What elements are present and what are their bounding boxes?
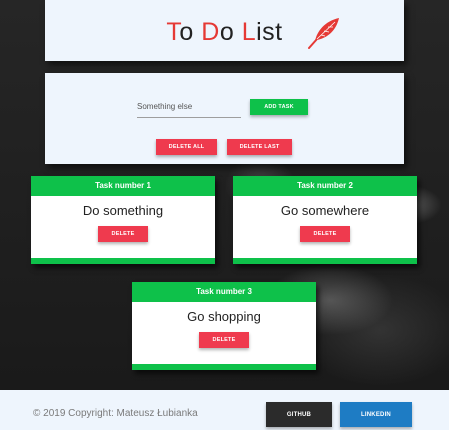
task-card-footer: [233, 258, 417, 264]
delete-task-button[interactable]: DELETE: [199, 332, 249, 348]
title-panel: To Do List: [45, 0, 404, 61]
page-footer: © 2019 Copyright: Mateusz Łubianka GITHU…: [0, 390, 449, 430]
linkedin-button[interactable]: LINKEDIN: [340, 402, 412, 427]
add-task-button[interactable]: ADD TASK: [250, 99, 308, 115]
task-card-footer: [132, 364, 316, 370]
task-card-3: Task number 3 Go shopping DELETE: [132, 282, 316, 370]
task-card-text: Go somewhere: [280, 203, 370, 218]
task-card-header: Task number 2: [233, 176, 417, 196]
task-card-footer: [31, 258, 215, 264]
title-part-o: o: [179, 18, 202, 46]
task-card-text: Go shopping: [187, 309, 261, 324]
task-card-text: Do something: [82, 203, 164, 218]
title-letter-t: T: [166, 18, 180, 46]
task-card-header: Task number 1: [31, 176, 215, 196]
page-title: To Do List: [45, 18, 404, 47]
delete-task-button[interactable]: DELETE: [98, 226, 148, 242]
task-input[interactable]: [137, 97, 241, 118]
task-card-2: Task number 2 Go somewhere DELETE: [233, 176, 417, 264]
delete-task-button[interactable]: DELETE: [300, 226, 350, 242]
github-button[interactable]: GITHUB: [266, 402, 332, 427]
delete-last-button[interactable]: DELETE LAST: [227, 139, 292, 155]
title-letter-d: D: [201, 18, 220, 46]
title-part-o2: o: [219, 18, 242, 46]
title-part-ist: ist: [256, 18, 283, 46]
task-card-1: Task number 1 Do something DELETE: [31, 176, 215, 264]
task-card-header: Task number 3: [132, 282, 316, 302]
delete-all-button[interactable]: DELETE ALL: [156, 139, 217, 155]
title-letter-l: L: [241, 18, 257, 46]
copyright-text: © 2019 Copyright: Mateusz Łubianka: [33, 408, 198, 419]
feather-icon: [308, 18, 339, 49]
task-form-panel: ADD TASK DELETE ALL DELETE LAST: [45, 73, 404, 164]
